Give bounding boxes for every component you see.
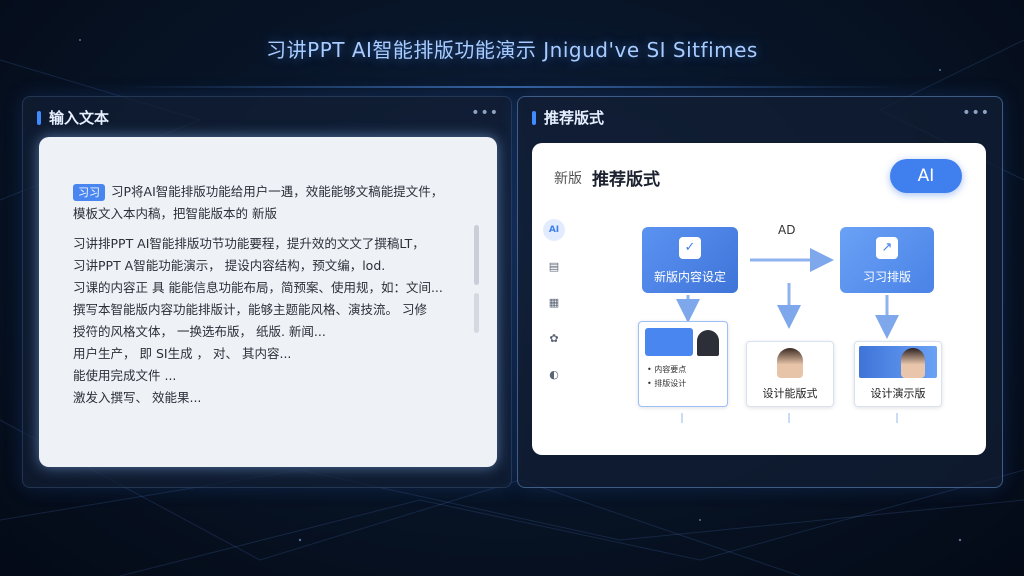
layout-thumbnail[interactable]: 设计能版式 — [746, 341, 834, 407]
thumbnail-label: 设计演示版 — [870, 387, 926, 400]
text-line: 习讲排PPT AI智能排版功节功能要程，提升效的文文了撰稿LT， — [73, 236, 425, 251]
flow-node-label: 新版内容设定 — [653, 270, 726, 284]
text-line: 激发入撰写、 效能果... — [73, 390, 202, 405]
header-accent-bar — [37, 110, 41, 125]
layout-panel-header: 推荐版式 — [532, 107, 604, 128]
thumbnail-banner — [645, 328, 693, 356]
flow-node-layout[interactable]: ↗ 习习排版 — [840, 227, 934, 293]
chart-icon: ↗ — [876, 237, 898, 259]
flow-node-content[interactable]: ✓ 新版内容设定 — [642, 227, 738, 293]
scrollbar-track[interactable] — [474, 293, 479, 333]
more-options-icon[interactable]: ••• — [962, 105, 990, 121]
flow-node-label: 习习排版 — [862, 270, 911, 284]
scrollbar-thumb[interactable] — [474, 225, 479, 285]
person-avatar-icon — [697, 330, 719, 356]
text-line: 习讲PPT A智能功能演示， 提设内容结构，预文编，lod. — [73, 258, 386, 273]
layout-canvas: 新版 推荐版式 AI AI ▤ ▦ ✿ ◐ AD ✓ 新版内容设定 ↗ 习习排版… — [532, 143, 986, 455]
text-line: 撰写本智能版内容功能排版计，能够主题能风格、演技流。 习修 — [73, 302, 427, 317]
input-panel-header: 输入文本 — [37, 107, 109, 128]
flow-arrows — [676, 248, 899, 423]
thumbnail-bullet: • 排版设计 — [647, 379, 687, 388]
input-panel-title: 输入文本 — [49, 109, 110, 127]
thumbnail-bullet: • 内容要点 — [647, 365, 687, 374]
text-line: 授符的风格文体， 一换选布版， 纸版. 新闻... — [73, 324, 326, 339]
more-options-icon[interactable]: ••• — [471, 105, 499, 121]
text-tag: 习习 — [73, 183, 105, 201]
text-line: 习课的内容正 具 能能信息功能布局，简预案、使用规，如：文间... — [73, 280, 443, 295]
flow-arrow-label: AD — [778, 223, 796, 237]
layout-panel-title: 推荐版式 — [544, 109, 605, 127]
title-divider — [120, 86, 904, 88]
header-accent-bar — [532, 110, 536, 125]
text-line: 用户生产， 即 SI生成 ， 对、 其内容... — [73, 346, 292, 361]
input-text-panel: 输入文本 ••• 习习 习P将AI智能排版功能给用户一遇，效能能够文稿能提文件，… — [22, 96, 512, 488]
person-photo-icon — [901, 348, 925, 378]
text-input-area[interactable]: 习习 习P将AI智能排版功能给用户一遇，效能能够文稿能提文件， 模板文入本内稿，… — [39, 137, 497, 467]
layout-thumbnail[interactable]: 设计演示版 — [854, 341, 942, 407]
text-line: 能使用完成文件 ... — [73, 368, 177, 383]
checkbox-icon: ✓ — [679, 237, 701, 259]
person-photo-icon — [777, 348, 803, 378]
thumbnail-banner — [859, 346, 937, 378]
text-line-content: 习P将AI智能排版功能给用户一遇，效能能够文稿能提文件， — [111, 184, 444, 199]
page-title: 习讲PPT AI智能排版功能演示 Jnigud've SI Sitfimes — [266, 38, 758, 62]
recommended-layout-panel: 推荐版式 ••• 新版 推荐版式 AI AI ▤ ▦ ✿ ◐ AD ✓ 新版内容… — [517, 96, 1003, 488]
text-line: 习习 习P将AI智能排版功能给用户一遇，效能能够文稿能提文件， — [73, 181, 463, 203]
text-line: 模板文入本内稿，把智能版本的 新版 — [73, 206, 277, 221]
thumbnail-label: 设计能版式 — [762, 387, 818, 400]
layout-thumbnail[interactable]: • 内容要点 • 排版设计 — [638, 321, 728, 407]
